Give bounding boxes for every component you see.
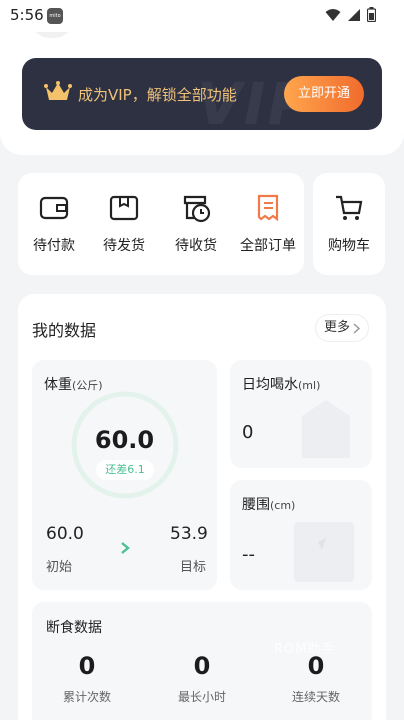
battery-icon — [367, 7, 376, 22]
status-time: 5:56 — [10, 6, 44, 24]
delivery-clock-icon — [183, 195, 211, 223]
fasting-stat-total: 0 累计次数 — [37, 652, 137, 705]
order-label: 待收货 — [175, 238, 217, 254]
more-button[interactable]: 更多 — [316, 315, 368, 341]
chevron-right-icon — [353, 323, 360, 334]
app-notification-icon: mito — [47, 8, 63, 24]
status-icons — [325, 7, 376, 22]
weight-card[interactable]: 体重(公斤) 60.0 还差6.1 60.0 初始 53.9 目标 — [32, 360, 217, 590]
water-title: 日均喝水(ml) — [242, 377, 321, 393]
waist-title: 腰围(cm) — [242, 497, 296, 513]
fasting-stat-value: 0 — [78, 652, 96, 680]
weight-target-label: 目标 — [180, 560, 207, 575]
water-cup-decoration-icon — [302, 400, 350, 458]
waist-card[interactable]: 腰围(cm) -- — [230, 480, 372, 590]
waist-value: -- — [242, 544, 255, 565]
status-bar: 5:56 mito — [0, 0, 404, 32]
box-icon — [109, 195, 139, 221]
order-label: 待发货 — [103, 238, 145, 254]
vip-banner[interactable]: VIP 成为VIP，解锁全部功能 立即开通 — [22, 58, 382, 130]
wifi-icon — [325, 8, 341, 21]
fasting-stat-label: 连续天数 — [291, 690, 340, 704]
orders-card: 待付款 待发货 待收货 全部订单 — [18, 173, 304, 275]
water-value: 0 — [242, 422, 254, 443]
weight-diff-badge: 还差6.1 — [96, 460, 154, 480]
fasting-title: 断食数据 — [46, 620, 102, 636]
order-pending-receipt[interactable]: 待收货 — [162, 191, 230, 255]
water-card[interactable]: 日均喝水(ml) 0 — [230, 360, 372, 468]
order-label: 全部订单 — [240, 238, 296, 254]
fasting-card[interactable]: 断食数据 0 累计次数 0 最长小时 0 连续天数 — [32, 602, 372, 720]
cart-card[interactable]: 购物车 — [313, 173, 385, 275]
fasting-stat-longest: 0 最长小时 — [152, 652, 252, 705]
vip-banner-text: 成为VIP，解锁全部功能 — [78, 86, 237, 104]
order-pending-shipment[interactable]: 待发货 — [90, 191, 158, 255]
vip-open-button[interactable]: 立即开通 — [284, 76, 364, 112]
chevron-right-icon — [121, 542, 130, 554]
tape-measure-decoration-icon — [294, 522, 354, 582]
fasting-stat-label: 累计次数 — [62, 690, 111, 704]
fasting-stat-streak: 0 连续天数 — [266, 652, 366, 705]
cart-icon — [336, 195, 363, 220]
fasting-stat-value: 0 — [193, 652, 211, 680]
wallet-icon — [39, 196, 69, 220]
more-label: 更多 — [324, 320, 351, 335]
fasting-stat-label: 最长小时 — [177, 690, 226, 704]
cart-entry[interactable]: 购物车 — [315, 191, 383, 255]
weight-current-value: 60.0 — [94, 426, 155, 454]
signal-icon — [348, 8, 360, 21]
weight-start-value: 60.0 — [46, 524, 84, 544]
order-label: 待付款 — [33, 238, 75, 254]
crown-icon — [44, 81, 72, 100]
receipt-icon — [257, 194, 279, 222]
order-pending-payment[interactable]: 待付款 — [20, 191, 88, 255]
weight-start-label: 初始 — [46, 560, 73, 575]
my-data-title: 我的数据 — [32, 321, 97, 340]
order-all[interactable]: 全部订单 — [234, 191, 302, 255]
watermark: ROM助手 — [274, 642, 336, 657]
cart-label: 购物车 — [328, 238, 370, 254]
weight-target-value: 53.9 — [170, 524, 208, 544]
